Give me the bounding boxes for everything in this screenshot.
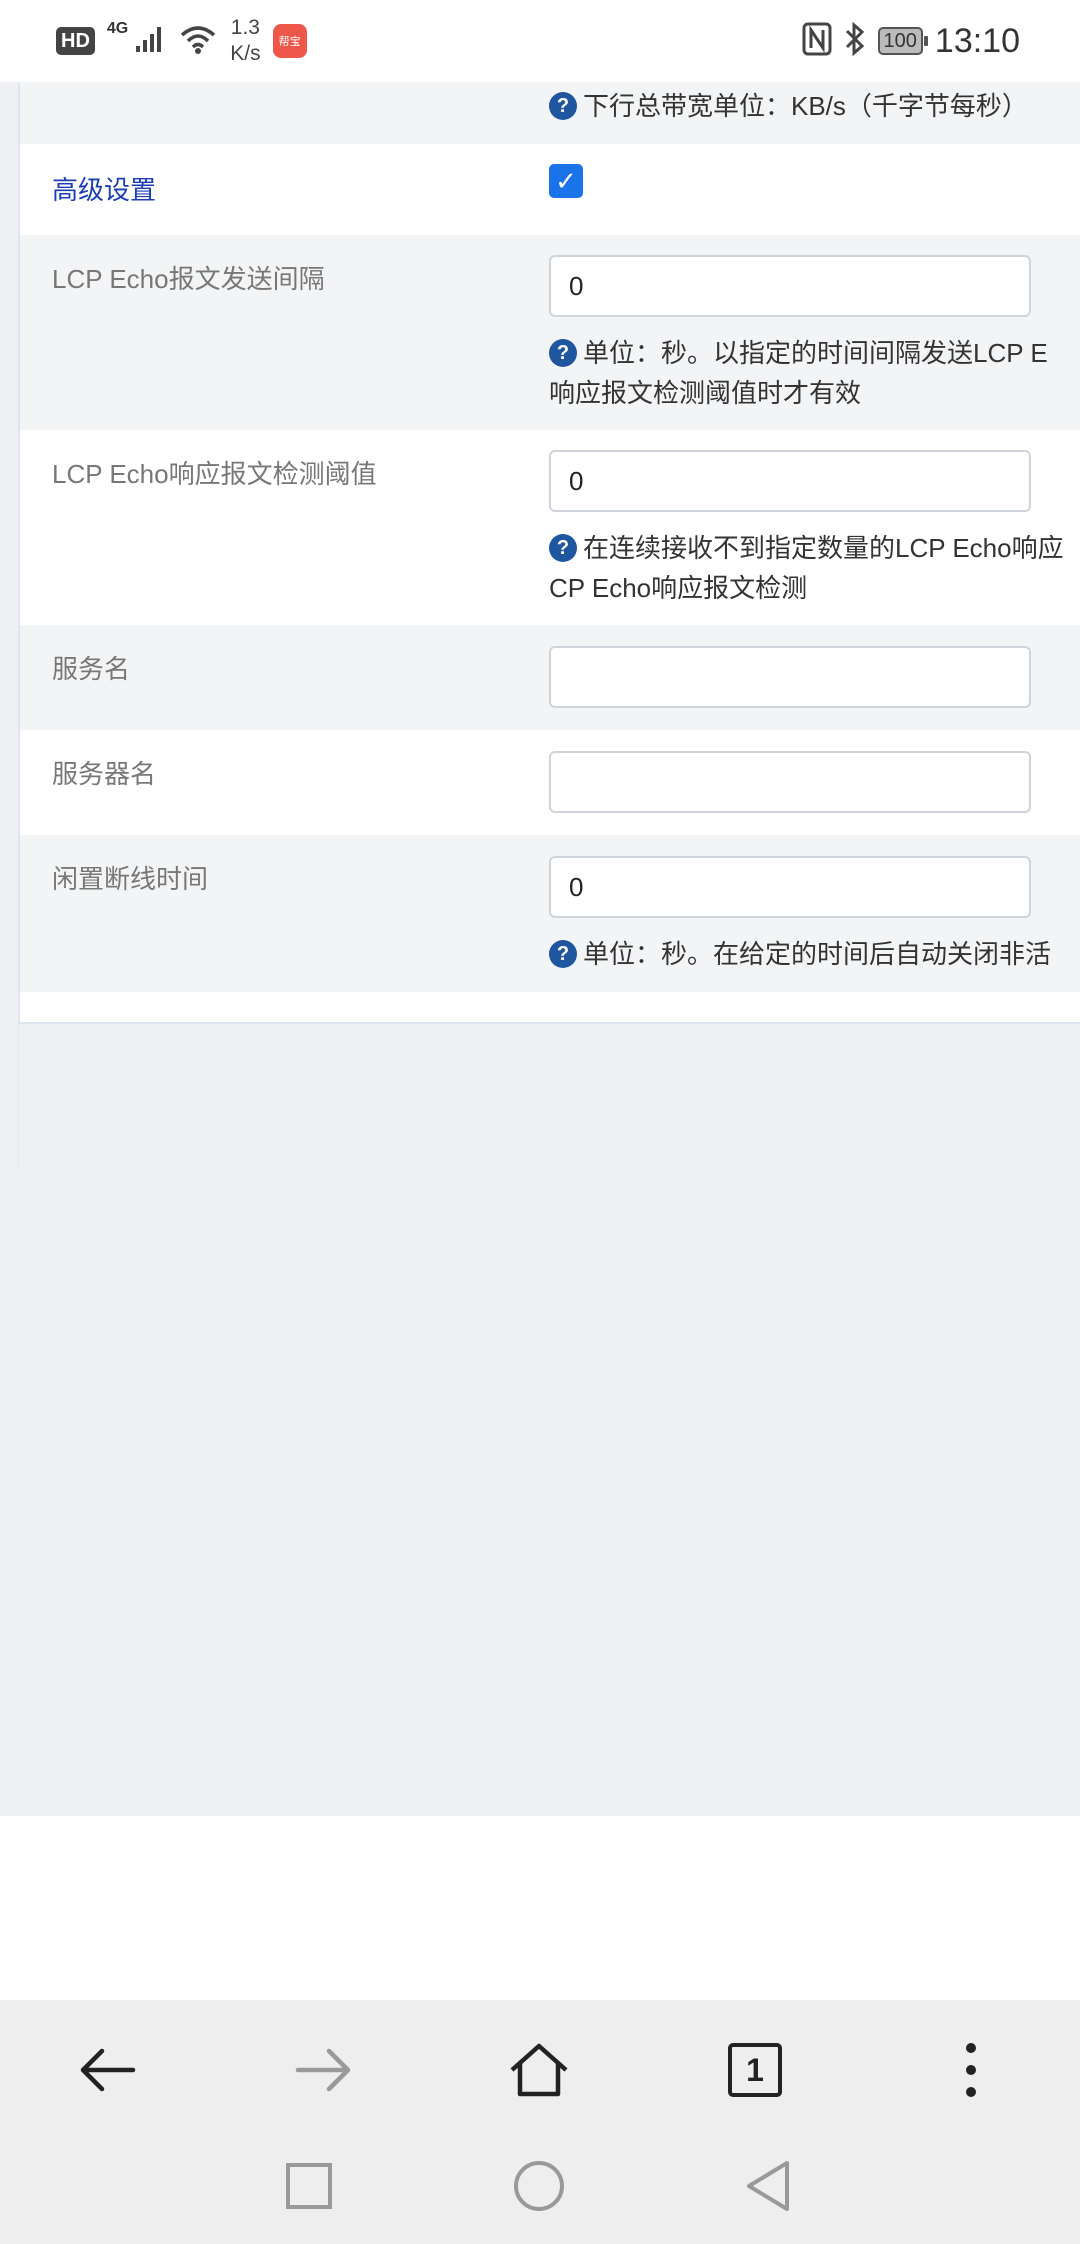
- speed-value: 1.3: [230, 16, 260, 39]
- status-bar: HD 4G 1.3 K/s 帮宝 100 13:10: [0, 0, 1080, 82]
- triangle-back-icon: [747, 2161, 789, 2211]
- advanced-settings-row: 高级设置 ✓: [20, 144, 1080, 235]
- help-icon: ?: [549, 339, 577, 368]
- lcp-threshold-input[interactable]: 0: [549, 450, 1031, 512]
- system-back-button[interactable]: [728, 2146, 808, 2226]
- idle-timeout-row: 闲置断线时间 0 ? 单位：秒。在给定的时间后自动关闭非活: [20, 835, 1080, 992]
- service-name-row: 服务名: [20, 625, 1080, 730]
- lcp-threshold-row: LCP Echo响应报文检测阈值 0 ? 在连续接收不到指定数量的LCP Echo…: [20, 430, 1080, 625]
- lcp-interval-help-line2: 响应报文检测阈值时才有效: [549, 378, 862, 408]
- clock: 13:10: [934, 21, 1020, 60]
- lcp-interval-label: LCP Echo报文发送间隔: [52, 264, 325, 294]
- tabs-button[interactable]: 1: [705, 2020, 805, 2120]
- downstream-row: ? 下行总带宽单位：KB/s（千字节每秒）: [20, 82, 1080, 144]
- speed-unit: K/s: [230, 42, 261, 65]
- forward-button[interactable]: [273, 2020, 373, 2120]
- help-icon: ?: [549, 534, 577, 563]
- home-icon: [510, 2043, 568, 2097]
- lcp-interval-row: LCP Echo报文发送间隔 0 ? 单位：秒。以指定的时间间隔发送LCP E 响…: [20, 235, 1080, 430]
- service-name-label: 服务名: [52, 654, 131, 684]
- settings-panel: ? 下行总带宽单位：KB/s（千字节每秒） 高级设置 ✓ LCP Echo报文发送…: [18, 82, 1080, 1022]
- back-button[interactable]: [58, 2020, 158, 2120]
- app-notification-icon: 帮宝: [272, 24, 307, 58]
- downstream-help-text: 下行总带宽单位：KB/s（千字节每秒）: [583, 91, 1028, 121]
- panel-footer: [18, 1022, 1080, 1172]
- help-icon: ?: [549, 92, 577, 121]
- service-name-input[interactable]: [549, 646, 1031, 708]
- menu-button[interactable]: [921, 2020, 1021, 2120]
- tabs-icon: 1: [728, 2043, 782, 2097]
- idle-timeout-help-text: 单位：秒。在给定的时间后自动关闭非活: [583, 939, 1052, 969]
- arrow-left-icon: [80, 2048, 136, 2092]
- idle-timeout-input[interactable]: 0: [549, 856, 1031, 918]
- more-vertical-icon: [966, 2043, 976, 2097]
- lcp-threshold-label: LCP Echo响应报文检测阈值: [52, 459, 377, 489]
- help-icon: ?: [549, 940, 577, 969]
- advanced-settings-checkbox[interactable]: ✓: [549, 164, 583, 198]
- panel-footer-spacer: [20, 992, 1080, 1022]
- battery-icon: 100: [877, 27, 929, 55]
- server-name-row: 服务器名: [20, 730, 1080, 835]
- server-name-label: 服务器名: [52, 759, 157, 789]
- page-content: ? 下行总带宽单位：KB/s（千字节每秒） 高级设置 ✓ LCP Echo报文发送…: [0, 82, 1080, 1816]
- server-name-input[interactable]: [549, 751, 1031, 813]
- bluetooth-icon: [844, 21, 866, 61]
- square-icon: [286, 2163, 332, 2209]
- idle-timeout-help: ? 单位：秒。在给定的时间后自动关闭非活: [549, 934, 1051, 974]
- lcp-interval-help-line1: 单位：秒。以指定的时间间隔发送LCP E: [583, 338, 1048, 368]
- lcp-interval-input[interactable]: 0: [549, 255, 1031, 317]
- lcp-threshold-help-line2: CP Echo响应报文检测: [549, 573, 808, 603]
- lcp-interval-help: ? 单位：秒。以指定的时间间隔发送LCP E 响应报文检测阈值时才有效: [549, 333, 1048, 413]
- lcp-threshold-help-line1: 在连续接收不到指定数量的LCP Echo响应: [583, 533, 1064, 563]
- nfc-icon: [802, 22, 832, 61]
- wifi-icon: [178, 23, 218, 60]
- idle-timeout-label: 闲置断线时间: [52, 864, 209, 894]
- circle-icon: [514, 2161, 564, 2211]
- tab-count: 1: [746, 2051, 764, 2088]
- home-button[interactable]: [489, 2020, 589, 2120]
- system-home-button[interactable]: [499, 2146, 579, 2226]
- hd-badge: HD: [56, 27, 95, 55]
- blank-area: [0, 1816, 1080, 2000]
- recents-button[interactable]: [269, 2146, 349, 2226]
- advanced-settings-label[interactable]: 高级设置: [52, 170, 156, 207]
- browser-navigation-bar: 1: [0, 2000, 1080, 2244]
- network-type: 4G: [106, 20, 129, 37]
- network-speed: 1.3 K/s: [230, 15, 260, 67]
- signal-icon: [134, 24, 166, 59]
- downstream-help: ? 下行总带宽单位：KB/s（千字节每秒）: [549, 86, 1028, 126]
- lcp-threshold-help: ? 在连续接收不到指定数量的LCP Echo响应 CP Echo响应报文检测: [549, 528, 1064, 608]
- arrow-right-icon: [295, 2048, 351, 2092]
